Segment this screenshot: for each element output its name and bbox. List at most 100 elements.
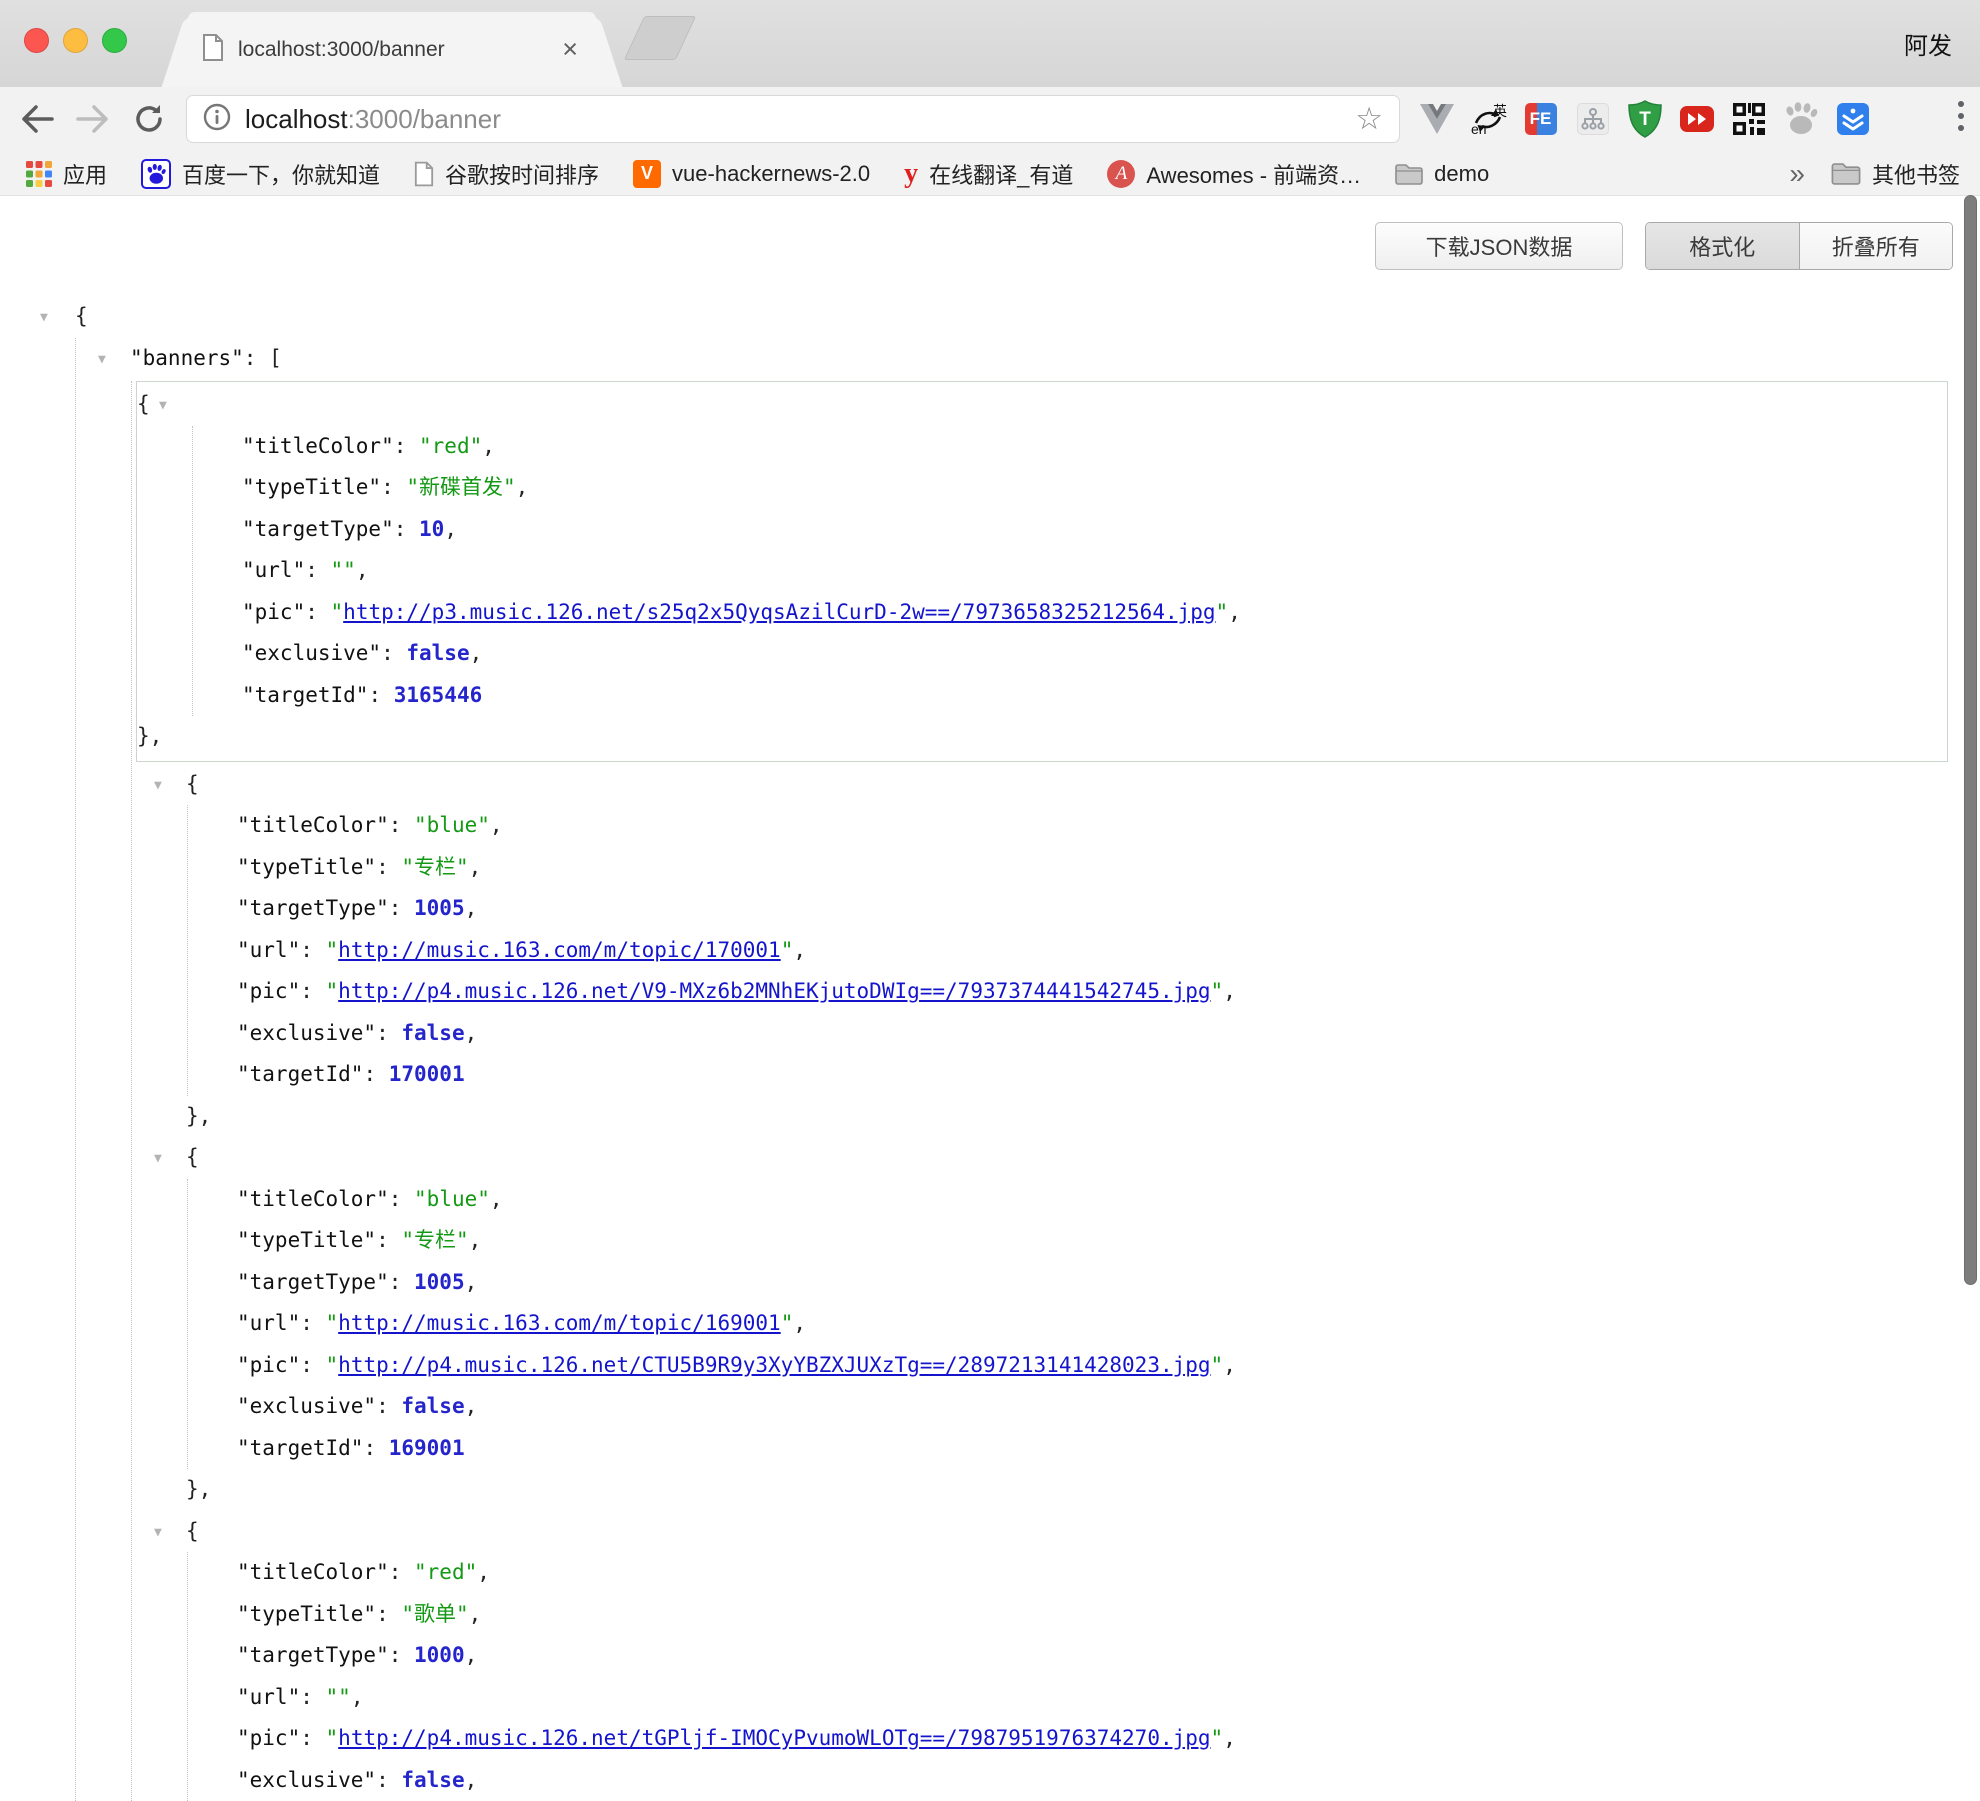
vertical-scrollbar-thumb[interactable] [1964,195,1977,1285]
browser-tab[interactable]: localhost:3000/banner × [188,12,596,87]
close-window-button[interactable] [24,28,49,53]
tampermonkey-shield-icon[interactable]: T [1626,99,1663,139]
collapse-arrow-icon[interactable]: ▼ [98,339,106,381]
json-key: "banners" [130,346,244,370]
profile-name[interactable]: 阿发 [1904,26,1952,61]
json-punct: }, [137,724,162,748]
back-button[interactable] [14,95,60,143]
json-punct: , [1223,1726,1236,1750]
json-punct: : [381,475,406,499]
translate-icon[interactable]: 英 en [1470,99,1507,139]
json-number: false [401,1768,464,1792]
collapse-all-button[interactable]: 折叠所有 [1800,223,1953,269]
collapse-arrow-icon[interactable]: ▼ [40,297,48,339]
json-quote: " [1211,1726,1224,1750]
json-string: "red" [419,434,482,458]
json-link[interactable]: http://music.163.com/m/topic/169001 [338,1311,781,1335]
forward-button[interactable] [70,95,116,143]
qr-code-icon[interactable] [1730,99,1767,139]
format-button[interactable]: 格式化 [1646,223,1800,269]
json-key: "url" [237,1685,300,1709]
paw-icon[interactable] [1782,99,1819,139]
json-punct: : [376,1602,401,1626]
json-key: "url" [242,558,305,582]
json-quote: " [326,979,339,1003]
json-punct: : [363,1436,388,1460]
json-key: "titleColor" [237,1187,389,1211]
bookmark-folder-demo[interactable]: demo [1395,161,1489,187]
json-field-row: "typeTitle": "新碟首发", [193,467,1947,509]
json-link[interactable]: http://p4.music.126.net/V9-MXz6b2MNhEKju… [338,979,1210,1003]
json-field-row: "targetId": 169001 [188,1428,1956,1470]
json-punct: : [376,1228,401,1252]
page-icon [202,34,224,66]
info-icon[interactable] [203,103,231,136]
collapse-arrow-icon[interactable]: ▼ [154,765,162,807]
collapse-arrow-icon[interactable]: ▼ [154,1138,162,1180]
bookmark-awesomes[interactable]: A Awesomes - 前端资… [1107,158,1361,190]
minimize-window-button[interactable] [63,28,88,53]
tab-title: localhost:3000/banner [238,38,552,62]
json-punct: : [300,1726,325,1750]
json-quote: " [1211,1353,1224,1377]
bookmark-youdao-translate[interactable]: y 在线翻译_有道 [904,158,1073,190]
bookmark-google-sort[interactable]: 谷歌按时间排序 [414,158,599,190]
zoom-window-button[interactable] [102,28,127,53]
json-brace: { [186,1145,199,1169]
json-punct: , [469,1602,482,1626]
page-icon [414,161,434,187]
reading-list-icon[interactable] [1834,99,1871,139]
json-key: "exclusive" [237,1021,376,1045]
json-punct: , [465,1643,478,1667]
json-field-row: "pic": "http://p3.music.126.net/s25q2x5Q… [193,592,1947,634]
new-tab-button[interactable] [624,16,697,60]
address-bar[interactable]: localhost:3000/banner ☆ [186,95,1400,143]
collapse-arrow-icon[interactable]: ▼ [159,385,167,427]
json-punct: , [469,855,482,879]
json-field-row: "url": "http://music.163.com/m/topic/169… [188,1303,1956,1345]
json-punct: , [465,1768,478,1792]
json-punct: : [394,434,419,458]
fe-extension-icon[interactable]: FE [1522,99,1559,139]
json-punct: , [351,1685,364,1709]
video-downloader-icon[interactable] [1678,99,1715,139]
bookmarks-overflow-icon[interactable]: » [1789,158,1805,190]
other-bookmarks-folder[interactable]: 其他书签 [1831,158,1960,190]
awesomes-icon: A [1107,160,1135,188]
json-link[interactable]: http://p3.music.126.net/s25q2x5QyqsAzilC… [343,600,1215,624]
reload-button[interactable] [126,95,172,143]
bookmark-baidu[interactable]: 百度一下，你就知道 [141,158,380,190]
json-punct: , [470,641,483,665]
json-link[interactable]: http://p4.music.126.net/tGPljf-IMOCyPvum… [338,1726,1210,1750]
json-link[interactable]: http://p4.music.126.net/CTU5B9R9y3XyYBZX… [338,1353,1210,1377]
collapse-arrow-icon[interactable]: ▼ [154,1512,162,1554]
json-link[interactable]: http://music.163.com/m/topic/170001 [338,938,781,962]
json-string: "专栏" [401,855,468,879]
bookmark-star-icon[interactable]: ☆ [1355,101,1383,137]
json-key: "typeTitle" [237,855,376,879]
bookmark-label: 应用 [63,158,107,190]
bookmark-apps[interactable]: 应用 [26,158,107,190]
json-key: "typeTitle" [237,1602,376,1626]
json-punct: , [465,1394,478,1418]
vue-devtools-icon[interactable] [1418,99,1455,139]
json-object-close: }, [137,716,1947,758]
json-string: "新碟首发" [406,475,515,499]
download-json-button[interactable]: 下载JSON数据 [1375,222,1623,270]
json-punct: , [356,558,369,582]
json-punct: : [300,1353,325,1377]
json-key: "pic" [237,1353,300,1377]
json-brace: { [186,1519,199,1543]
sitemap-icon[interactable] [1574,99,1611,139]
json-punct: : [389,1643,414,1667]
json-quote: " [326,1311,339,1335]
json-object-box: ▼{"titleColor": "red","typeTitle": "新碟首发… [136,381,1948,762]
bookmark-vue-hackernews[interactable]: V vue-hackernews-2.0 [633,160,870,188]
json-field-row: "exclusive": false, [193,633,1947,675]
json-banners-row: ▼"banners": [ [76,338,1956,380]
json-quote: " [1211,979,1224,1003]
url-text: localhost:3000/banner [245,104,501,135]
browser-toolbar: localhost:3000/banner ☆ 英 en FE T [0,87,1980,152]
tab-close-icon[interactable]: × [562,36,578,63]
browser-menu-icon[interactable] [1958,101,1964,131]
